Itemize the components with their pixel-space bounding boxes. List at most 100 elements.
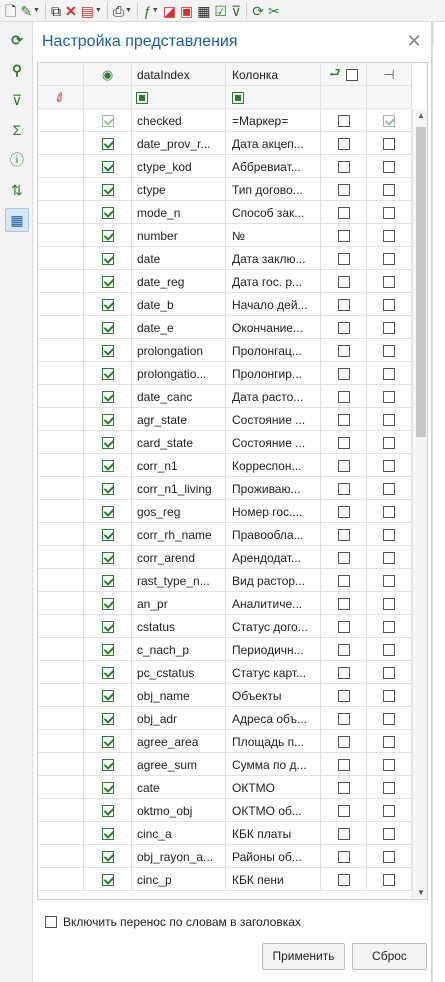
pin-checkbox[interactable]: [383, 298, 395, 311]
pin-cell[interactable]: [367, 339, 412, 362]
kolonka-cell[interactable]: Номер гос....: [226, 500, 321, 523]
visible-checkbox[interactable]: [101, 298, 114, 311]
pin-cell[interactable]: [367, 385, 412, 408]
visible-cell[interactable]: [84, 178, 132, 201]
pin-cell[interactable]: [367, 431, 412, 454]
pin-cell[interactable]: [367, 799, 412, 822]
wrap-cell[interactable]: [321, 224, 367, 247]
visible-cell[interactable]: [84, 523, 132, 546]
wrap-cell[interactable]: [321, 339, 367, 362]
dataindex-cell[interactable]: date_prov_r...: [132, 132, 226, 155]
wrap-checkbox[interactable]: [337, 390, 350, 403]
row-marker-cell[interactable]: [38, 638, 84, 661]
visible-checkbox[interactable]: [101, 597, 114, 610]
row-marker-cell[interactable]: [38, 201, 84, 224]
wrap-cell[interactable]: [321, 684, 367, 707]
pin-checkbox[interactable]: [383, 528, 395, 541]
pin-checkbox[interactable]: [383, 712, 395, 725]
visible-checkbox[interactable]: [101, 344, 114, 357]
dataindex-cell[interactable]: obj_rayon_a...: [132, 845, 226, 868]
dataindex-cell[interactable]: ctype: [132, 178, 226, 201]
visible-cell[interactable]: [84, 546, 132, 569]
check-icon[interactable]: ☑: [212, 1, 229, 21]
visible-cell[interactable]: [84, 293, 132, 316]
table-row[interactable]: corr_n1 Корреспон...: [38, 454, 412, 477]
pin-checkbox[interactable]: [383, 620, 395, 633]
pin-cell[interactable]: [367, 569, 412, 592]
table-row[interactable]: obj_rayon_a... Районы об...: [38, 845, 412, 868]
wrap-checkbox[interactable]: [337, 781, 350, 794]
visible-checkbox[interactable]: [101, 114, 114, 127]
table-row[interactable]: date_e Окончание...: [38, 316, 412, 339]
visible-cell[interactable]: [84, 822, 132, 845]
table-row[interactable]: card_state Состояние ...: [38, 431, 412, 454]
pin-cell[interactable]: [367, 178, 412, 201]
pin-checkbox[interactable]: [383, 804, 395, 817]
kolonka-cell[interactable]: Статус дого...: [226, 615, 321, 638]
header-visible-cell[interactable]: ◉: [84, 63, 132, 86]
pin-checkbox[interactable]: [383, 252, 395, 265]
pin-cell[interactable]: [367, 845, 412, 868]
wrap-checkbox[interactable]: [337, 758, 350, 771]
kolonka-cell[interactable]: Сумма по д...: [226, 753, 321, 776]
visible-checkbox[interactable]: [101, 459, 114, 472]
pin-checkbox[interactable]: [383, 114, 395, 127]
visible-checkbox[interactable]: [101, 735, 114, 748]
visible-cell[interactable]: [84, 569, 132, 592]
pin-checkbox[interactable]: [383, 413, 395, 426]
filter-kolonka-cell[interactable]: [226, 86, 321, 109]
kolonka-cell[interactable]: Дата гос. р...: [226, 270, 321, 293]
table-row[interactable]: pc_cstatus Статус карт...: [38, 661, 412, 684]
wrap-cell[interactable]: [321, 730, 367, 753]
dataindex-cell[interactable]: date: [132, 247, 226, 270]
visible-checkbox[interactable]: [101, 229, 114, 242]
pin-cell[interactable]: [367, 776, 412, 799]
visible-checkbox[interactable]: [101, 712, 114, 725]
dataindex-cell[interactable]: ctype_kod: [132, 155, 226, 178]
wrap-checkbox[interactable]: [337, 137, 350, 150]
row-marker-cell[interactable]: [38, 500, 84, 523]
wrap-checkbox[interactable]: [337, 367, 350, 380]
visible-checkbox[interactable]: [101, 528, 114, 541]
dataindex-cell[interactable]: checked: [132, 109, 226, 132]
row-marker-cell[interactable]: [38, 431, 84, 454]
export-icon[interactable]: ▤ ▼: [79, 1, 104, 21]
wrap-cell[interactable]: [321, 500, 367, 523]
wrap-cell[interactable]: [321, 753, 367, 776]
flag-icon[interactable]: ◪: [161, 1, 178, 21]
dataindex-cell[interactable]: date_canc: [132, 385, 226, 408]
pin-checkbox[interactable]: [383, 781, 395, 794]
visible-checkbox[interactable]: [101, 643, 114, 656]
visible-checkbox[interactable]: [101, 321, 114, 334]
wrap-cell[interactable]: [321, 247, 367, 270]
refresh-icon[interactable]: ⟳: [5, 28, 29, 52]
visible-cell[interactable]: [84, 247, 132, 270]
row-marker-cell[interactable]: [38, 546, 84, 569]
table-row[interactable]: prolongation Пролонгац...: [38, 339, 412, 362]
wrap-cell[interactable]: [321, 178, 367, 201]
clear-filter-cell[interactable]: ✐: [38, 86, 84, 109]
wrap-cell[interactable]: [321, 615, 367, 638]
table-row[interactable]: corr_rh_name Правообла...: [38, 523, 412, 546]
wrap-checkbox[interactable]: [337, 689, 350, 702]
table-row[interactable]: cate ОКТМО: [38, 776, 412, 799]
pin-checkbox[interactable]: [383, 390, 395, 403]
table-row[interactable]: number №: [38, 224, 412, 247]
visible-cell[interactable]: [84, 224, 132, 247]
wrap-checkbox[interactable]: [337, 574, 350, 587]
wrap-checkbox[interactable]: [337, 413, 350, 426]
row-marker-cell[interactable]: [38, 845, 84, 868]
filter-icon[interactable]: ⊽: [5, 88, 29, 112]
pin-checkbox[interactable]: [383, 735, 395, 748]
vertical-scrollbar[interactable]: ▲ ▼: [412, 109, 427, 899]
dropdown-arrow-icon[interactable]: ▼: [33, 7, 40, 14]
pin-cell[interactable]: [367, 454, 412, 477]
wrap-headers-option[interactable]: Включить перенос по словам в заголовках: [45, 915, 301, 929]
visible-checkbox[interactable]: [101, 183, 114, 196]
dataindex-cell[interactable]: prolongatio...: [132, 362, 226, 385]
visible-cell[interactable]: [84, 868, 132, 891]
pin-cell[interactable]: [367, 730, 412, 753]
visible-cell[interactable]: [84, 270, 132, 293]
row-marker-cell[interactable]: [38, 178, 84, 201]
dataindex-cell[interactable]: corr_n1: [132, 454, 226, 477]
